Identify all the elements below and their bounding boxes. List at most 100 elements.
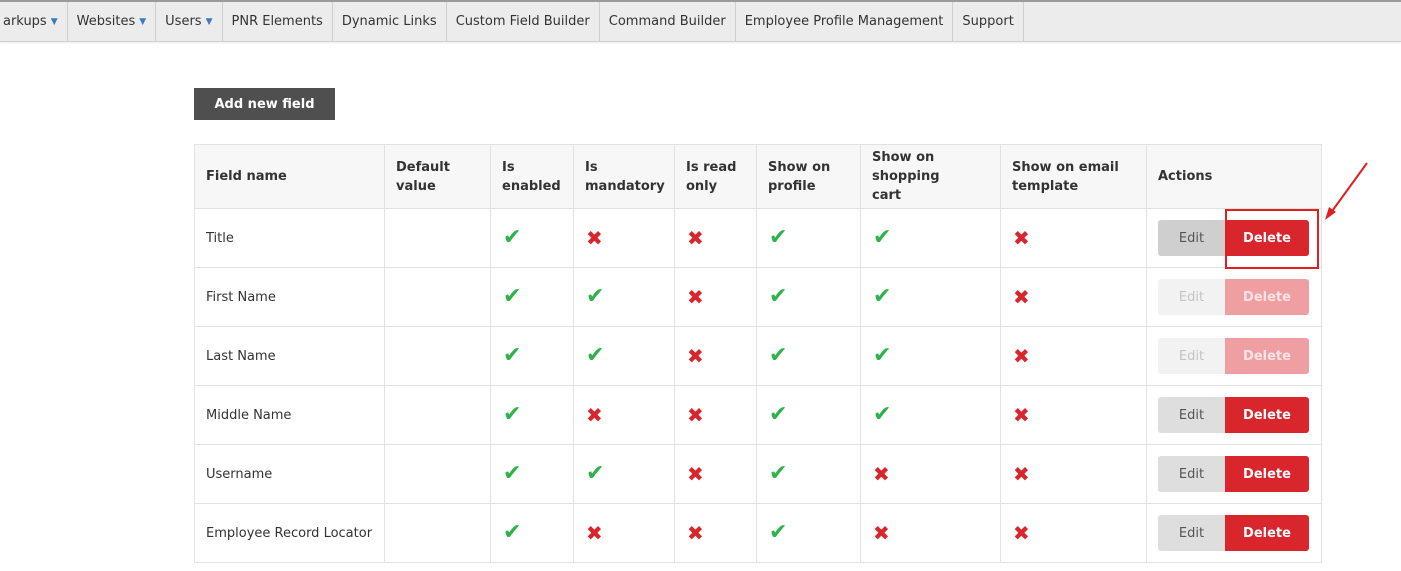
check-icon: ✔ (586, 461, 605, 486)
delete-button[interactable]: Delete (1225, 456, 1309, 492)
mandatory-cell: ✔ (573, 444, 675, 504)
cross-icon: ✖ (1013, 520, 1030, 545)
edit-button[interactable]: Edit (1158, 220, 1225, 256)
profile-cell: ✔ (756, 444, 861, 504)
cross-icon: ✖ (687, 225, 704, 250)
nav-item-label: Employee Profile Management (744, 14, 944, 29)
table-row: Username ✔ ✔ ✖ ✔ ✖ ✖ Edit Delete (194, 444, 1322, 504)
email-cell: ✖ (1000, 444, 1147, 504)
column-header: Show on profile (756, 144, 861, 209)
column-header: Actions (1146, 144, 1322, 209)
nav-item-label: Custom Field Builder (455, 14, 590, 29)
table-header-row: Field name Default value Is enabled Is mandato… (194, 144, 1322, 209)
edit-button[interactable]: Edit (1158, 456, 1225, 492)
enabled-cell: ✔ (490, 208, 574, 268)
column-header: Is read only (674, 144, 757, 209)
check-icon: ✔ (769, 225, 788, 250)
cross-icon: ✖ (687, 284, 704, 309)
actions-cell: Edit Delete (1146, 385, 1322, 445)
nav-item-custom-field-builder[interactable]: Custom Field Builder (447, 2, 600, 41)
default-value-cell (384, 385, 491, 445)
check-icon: ✔ (503, 461, 522, 486)
add-new-field-button[interactable]: Add new field (194, 88, 335, 120)
column-header-line1: Show on shopping (872, 150, 940, 184)
check-icon: ✔ (873, 402, 892, 427)
delete-button[interactable]: Delete (1225, 397, 1309, 433)
enabled-cell: ✔ (490, 267, 574, 327)
column-header-line2: profile (768, 178, 816, 194)
cross-icon: ✖ (1013, 225, 1030, 250)
column-header: Default value (384, 144, 491, 209)
column-header-line2: mandatory (585, 178, 665, 194)
cross-icon: ✖ (1013, 402, 1030, 427)
edit-button[interactable]: Edit (1158, 515, 1225, 551)
readonly-cell: ✖ (674, 267, 757, 327)
nav-item-label: Support (962, 14, 1014, 29)
delete-button[interactable]: Delete (1225, 338, 1309, 374)
enabled-cell: ✔ (490, 385, 574, 445)
check-icon: ✔ (873, 225, 892, 250)
cross-icon: ✖ (687, 461, 704, 486)
check-icon: ✔ (873, 343, 892, 368)
field-name-cell: Title (194, 208, 385, 268)
mandatory-cell: ✖ (573, 385, 675, 445)
column-header-line1: Show on (768, 159, 831, 175)
default-value-cell (384, 444, 491, 504)
readonly-cell: ✖ (674, 326, 757, 386)
nav-item-arkups[interactable]: arkups ▼ (0, 2, 68, 41)
column-header: Is enabled (490, 144, 574, 209)
row-actions: Edit Delete (1158, 220, 1310, 256)
default-value-cell (384, 503, 491, 563)
cart-cell: ✔ (860, 385, 1001, 445)
table-row: Employee Record Locator ✔ ✖ ✖ ✔ ✖ ✖ Edit Delete (194, 503, 1322, 563)
check-icon: ✔ (503, 520, 522, 545)
nav-item-command-builder[interactable]: Command Builder (600, 2, 736, 41)
cross-icon: ✖ (1013, 461, 1030, 486)
enabled-cell: ✔ (490, 503, 574, 563)
top-navigation: arkups ▼ Websites ▼ Users ▼ PNR Elements Dynami… (0, 0, 1401, 42)
cart-cell: ✔ (860, 208, 1001, 268)
nav-item-dynamic-links[interactable]: Dynamic Links (333, 2, 447, 41)
column-header-line1: Default (396, 159, 450, 175)
profile-cell: ✔ (756, 326, 861, 386)
column-header: Field name (194, 144, 385, 209)
email-cell: ✖ (1000, 208, 1147, 268)
column-header: Is mandatory (573, 144, 675, 209)
cross-icon: ✖ (1013, 284, 1030, 309)
cart-cell: ✖ (860, 444, 1001, 504)
actions-cell: Edit Delete (1146, 503, 1322, 563)
delete-button[interactable]: Delete (1225, 515, 1309, 551)
row-actions: Edit Delete (1158, 456, 1310, 492)
default-value-cell (384, 208, 491, 268)
enabled-cell: ✔ (490, 326, 574, 386)
column-header-line2: template (1012, 178, 1079, 194)
nav-item-label: arkups (3, 14, 47, 29)
readonly-cell: ✖ (674, 385, 757, 445)
nav-item-support[interactable]: Support (953, 2, 1024, 41)
mandatory-cell: ✖ (573, 503, 675, 563)
row-actions: Edit Delete (1158, 279, 1310, 315)
check-icon: ✔ (769, 343, 788, 368)
nav-item-pnr-elements[interactable]: PNR Elements (223, 2, 333, 41)
check-icon: ✔ (503, 284, 522, 309)
edit-button[interactable]: Edit (1158, 279, 1225, 315)
chevron-down-icon: ▼ (139, 16, 147, 27)
cross-icon: ✖ (687, 402, 704, 427)
column-header: Show on shopping cart (860, 144, 1001, 209)
check-icon: ✔ (586, 343, 605, 368)
delete-button[interactable]: Delete (1225, 279, 1309, 315)
nav-item-label: Dynamic Links (341, 14, 437, 29)
nav-item-employee-profile-management[interactable]: Employee Profile Management (736, 2, 954, 41)
column-header-line1: Is read (686, 159, 737, 175)
delete-button[interactable]: Delete (1225, 220, 1309, 256)
check-icon: ✔ (769, 520, 788, 545)
nav-item-websites[interactable]: Websites ▼ (68, 2, 157, 41)
row-actions: Edit Delete (1158, 338, 1310, 374)
nav-item-users[interactable]: Users ▼ (156, 2, 223, 41)
edit-button[interactable]: Edit (1158, 397, 1225, 433)
field-name-cell: Username (194, 444, 385, 504)
email-cell: ✖ (1000, 385, 1147, 445)
annotation-arrow-icon (1325, 162, 1368, 220)
field-name-cell: First Name (194, 267, 385, 327)
edit-button[interactable]: Edit (1158, 338, 1225, 374)
